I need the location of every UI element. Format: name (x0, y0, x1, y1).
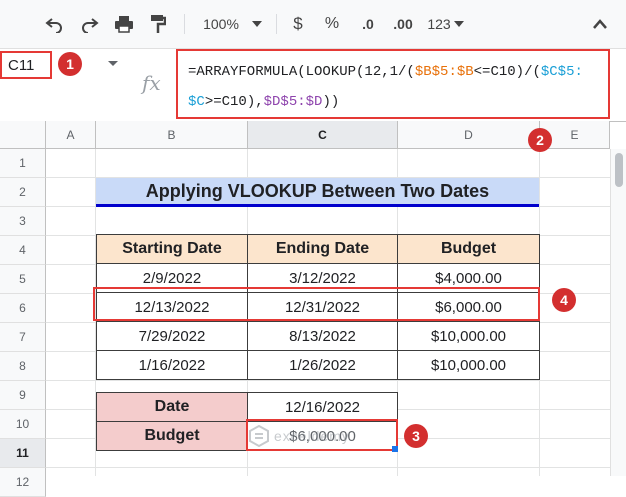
gridline (46, 380, 610, 381)
formula-ref: $C$5: (540, 64, 583, 80)
row-header[interactable]: 2 (0, 178, 46, 207)
increase-decimal-button[interactable]: .00 (390, 12, 416, 36)
table-header-ending-date[interactable]: Ending Date (247, 234, 398, 264)
formula-input[interactable]: =ARRAYFORMULA(LOOKUP(12,1/($B$5:$B<=C10)… (176, 49, 610, 119)
chevron-down-icon[interactable] (454, 12, 464, 36)
more-formats-button[interactable]: 123 (424, 12, 454, 36)
select-all-corner[interactable] (0, 121, 46, 149)
callout-badge: 1 (58, 52, 82, 76)
row-header[interactable]: 5 (0, 265, 46, 294)
column-header-a[interactable]: A (46, 121, 96, 149)
row-header[interactable]: 7 (0, 323, 46, 352)
date-label[interactable]: Date (96, 392, 248, 422)
formula-ref: $B$5:$B (414, 64, 474, 80)
callout-badge: 3 (404, 424, 428, 448)
table-cell[interactable]: $10,000.00 (397, 321, 540, 351)
toolbar-divider (276, 14, 277, 34)
row-header[interactable]: 3 (0, 207, 46, 236)
date-value[interactable]: 12/16/2022 (247, 392, 398, 422)
table-cell[interactable]: 1/16/2022 (96, 350, 248, 380)
vertical-scrollbar[interactable] (610, 149, 626, 476)
highlighted-row-outline (93, 287, 540, 321)
toolbar-divider (184, 14, 185, 34)
watermark-logo: exceldemy (248, 425, 388, 447)
toolbar: 100% $ % .0 .00 123 (0, 0, 626, 48)
function-icon: fx (142, 71, 161, 95)
column-header-d[interactable]: D (398, 121, 540, 149)
callout-badge: 4 (552, 288, 576, 312)
namebox-input[interactable]: C11 (0, 51, 52, 79)
formula-ref: $D$5:$D (263, 94, 323, 110)
chevron-down-icon[interactable] (250, 12, 264, 36)
row-header[interactable]: 8 (0, 352, 46, 381)
undo-icon[interactable] (42, 12, 66, 36)
formula-text: >=C10), (204, 94, 264, 110)
namebox-dropdown-icon[interactable] (108, 61, 118, 66)
row-header[interactable]: 6 (0, 294, 46, 323)
formula-ref: $C (188, 94, 205, 110)
formula-bar: C11 fx =ARRAYFORMULA(LOOKUP(12,1/($B$5:$… (0, 48, 626, 122)
sheet-title[interactable]: Applying VLOOKUP Between Two Dates (96, 178, 539, 207)
scrollbar-thumb[interactable] (615, 153, 623, 187)
row-header[interactable]: 1 (0, 149, 46, 178)
row-header[interactable]: 9 (0, 381, 46, 410)
row-header[interactable]: 12 (0, 468, 46, 497)
table-cell[interactable]: 1/26/2022 (247, 350, 398, 380)
table-cell[interactable]: $10,000.00 (397, 350, 540, 380)
callout-badge: 2 (528, 128, 552, 152)
column-header-b[interactable]: B (96, 121, 248, 149)
table-cell[interactable]: 8/13/2022 (247, 321, 398, 351)
column-header-c[interactable]: C (248, 121, 398, 149)
collapse-toolbar-icon[interactable] (588, 12, 612, 36)
decrease-decimal-button[interactable]: .0 (356, 12, 380, 36)
table-cell[interactable]: 7/29/2022 (96, 321, 248, 351)
formula-text: )) (322, 94, 340, 110)
fill-handle[interactable] (392, 446, 398, 452)
percent-format-button[interactable]: % (322, 12, 342, 36)
row-header[interactable]: 11 (0, 439, 46, 468)
row-header[interactable]: 10 (0, 410, 46, 439)
formula-text: =ARRAYFORMULA(LOOKUP(12,1/( (188, 64, 415, 80)
redo-icon[interactable] (78, 12, 102, 36)
paint-format-icon[interactable] (146, 12, 170, 36)
table-header-budget[interactable]: Budget (397, 234, 540, 264)
gridline (46, 467, 610, 468)
currency-format-button[interactable]: $ (288, 12, 308, 36)
watermark-text: exceldemy (274, 428, 350, 444)
formula-text: <=C10)/( (473, 64, 541, 80)
print-icon[interactable] (112, 12, 136, 36)
table-header-starting-date[interactable]: Starting Date (96, 234, 248, 264)
budget-label[interactable]: Budget (96, 421, 248, 451)
row-header[interactable]: 4 (0, 236, 46, 265)
zoom-select[interactable]: 100% (198, 12, 244, 36)
